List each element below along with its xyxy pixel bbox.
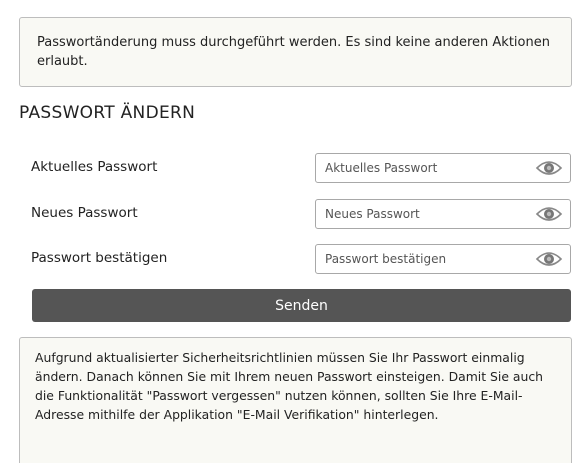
security-policy-notice: Aufgrund aktualisierter Sicherheitsricht… xyxy=(19,337,572,463)
eye-icon[interactable] xyxy=(535,249,563,269)
mandatory-change-notice-text: Passwortänderung muss durchgeführt werde… xyxy=(37,35,550,69)
current-password-field xyxy=(315,153,571,183)
current-password-row: Aktuelles Passwort xyxy=(31,153,571,185)
change-password-page: Passwortänderung muss durchgeführt werde… xyxy=(0,0,586,463)
current-password-label: Aktuelles Passwort xyxy=(31,159,158,175)
submit-button[interactable]: Senden xyxy=(32,289,571,322)
confirm-password-field xyxy=(315,244,571,274)
new-password-row: Neues Passwort xyxy=(31,199,571,231)
confirm-password-label: Passwort bestätigen xyxy=(31,250,168,266)
confirm-password-input[interactable] xyxy=(316,245,535,273)
confirm-password-row: Passwort bestätigen xyxy=(31,244,571,276)
new-password-field xyxy=(315,199,571,229)
security-policy-notice-text: Aufgrund aktualisierter Sicherheitsricht… xyxy=(35,350,544,422)
eye-icon[interactable] xyxy=(535,204,563,224)
eye-icon[interactable] xyxy=(535,158,563,178)
new-password-label: Neues Passwort xyxy=(31,205,138,221)
new-password-input[interactable] xyxy=(316,200,535,228)
page-title: PASSWORT ÄNDERN xyxy=(19,103,196,123)
current-password-input[interactable] xyxy=(316,154,535,182)
mandatory-change-notice: Passwortänderung muss durchgeführt werde… xyxy=(19,17,572,87)
